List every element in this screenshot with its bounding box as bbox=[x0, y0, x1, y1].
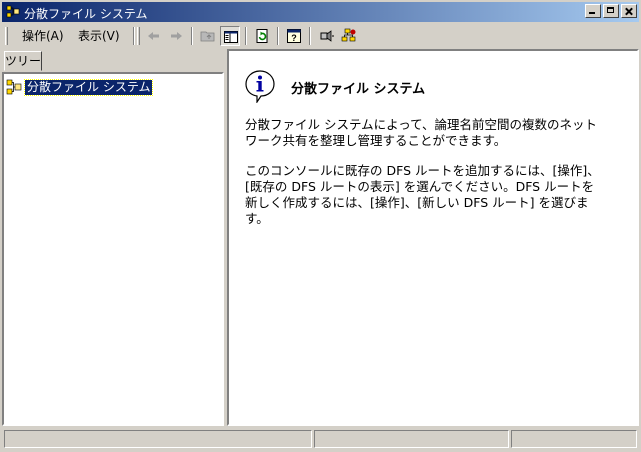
connect-icon bbox=[320, 30, 334, 42]
status-cell-3 bbox=[511, 430, 637, 448]
close-button[interactable] bbox=[621, 4, 637, 18]
refresh-button[interactable] bbox=[252, 26, 272, 46]
show-hide-tree-icon bbox=[224, 31, 238, 43]
maximize-button[interactable] bbox=[603, 4, 619, 18]
menu-action[interactable]: 操作(A) bbox=[18, 28, 68, 44]
toolbar-grip[interactable] bbox=[137, 27, 140, 45]
forward-button[interactable] bbox=[166, 26, 186, 46]
content-pane: 分散ファイル システム 分散ファイル システムによって、論理名前空間の複数のネッ… bbox=[227, 49, 639, 426]
description-paragraph: 分散ファイル システムによって、論理名前空間の複数のネット ワーク共有を整理し管… bbox=[245, 117, 597, 148]
connect-button[interactable] bbox=[317, 26, 337, 46]
menu-toolbar: 操作(A) 表示(V) ? bbox=[2, 24, 639, 48]
content-title: 分散ファイル システム bbox=[291, 82, 426, 97]
up-folder-icon bbox=[200, 31, 215, 42]
info-icon bbox=[245, 70, 275, 103]
status-cell-main bbox=[4, 430, 312, 448]
window-title: 分散ファイル システム bbox=[24, 7, 148, 21]
toolbar-separator bbox=[245, 27, 247, 45]
help-button[interactable]: ? bbox=[284, 26, 304, 46]
tree-pane[interactable]: 分散ファイル システム bbox=[2, 72, 224, 426]
tree-item-dfs-root[interactable]: 分散ファイル システム bbox=[6, 78, 154, 96]
instructions-paragraph: このコンソールに既存の DFS ルートを追加するには、[操作]、 [既存の DF… bbox=[245, 163, 600, 226]
up-one-level-button[interactable] bbox=[198, 26, 218, 46]
forward-arrow-icon bbox=[171, 32, 182, 40]
help-icon: ? bbox=[287, 29, 301, 43]
back-arrow-icon bbox=[148, 32, 159, 40]
toolbar-grip[interactable] bbox=[5, 27, 8, 45]
status-cell-2 bbox=[314, 430, 509, 448]
back-button[interactable] bbox=[144, 26, 164, 46]
dfs-tree-icon bbox=[6, 79, 22, 95]
dfs-app-icon bbox=[6, 5, 20, 18]
tree-item-label: 分散ファイル システム bbox=[23, 78, 154, 96]
toolbar-separator bbox=[133, 27, 135, 45]
show-hide-tree-button[interactable] bbox=[220, 26, 240, 46]
dfs-icon bbox=[341, 28, 356, 42]
tab-tree[interactable]: ツリー bbox=[4, 51, 42, 71]
toolbar-separator bbox=[277, 27, 279, 45]
svg-text:?: ? bbox=[291, 33, 297, 43]
tab-strip: ツリー bbox=[2, 49, 226, 71]
title-bar[interactable]: 分散ファイル システム bbox=[2, 2, 639, 22]
minimize-button[interactable] bbox=[585, 4, 601, 18]
status-bar bbox=[2, 428, 639, 450]
app-window: 分散ファイル システム 操作(A) 表示(V) ? ツリー 分散ファイル システ… bbox=[0, 0, 641, 452]
toolbar-separator bbox=[191, 27, 193, 45]
toolbar-separator bbox=[309, 27, 311, 45]
refresh-icon bbox=[256, 29, 268, 43]
window-controls bbox=[583, 4, 637, 20]
dfs-root-button[interactable] bbox=[339, 26, 359, 46]
menu-view[interactable]: 表示(V) bbox=[74, 28, 124, 44]
